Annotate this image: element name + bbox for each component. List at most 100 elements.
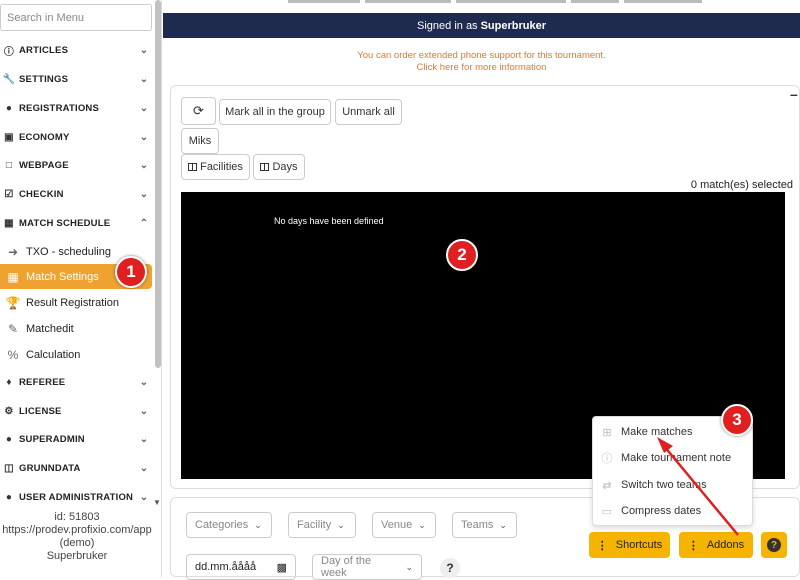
chevron-down-icon: ⌄ bbox=[139, 159, 149, 171]
columns-icon bbox=[260, 163, 270, 171]
days-button[interactable]: Days bbox=[253, 154, 305, 180]
facility-select[interactable]: Facility ⌄ bbox=[288, 512, 356, 538]
sub-item-calculation[interactable]: % Calculation bbox=[0, 342, 152, 367]
sign-in-icon: ➜ bbox=[7, 244, 19, 259]
environment: (demo) bbox=[59, 537, 95, 549]
facilities-button[interactable]: Facilities bbox=[181, 154, 250, 180]
menu-item-label: REGISTRATIONS bbox=[19, 102, 100, 114]
chevron-down-icon: ⌄ bbox=[139, 433, 149, 445]
chevron-down-icon: ⌄ bbox=[254, 519, 262, 530]
page-icon: □ bbox=[5, 159, 13, 171]
help-button[interactable]: ? bbox=[761, 532, 787, 558]
chevron-down-icon: ⌄ bbox=[499, 519, 507, 530]
miks-button[interactable]: Miks bbox=[181, 128, 219, 154]
day-of-week-select[interactable]: Day of the week ⌄ bbox=[312, 554, 422, 580]
menu-item-referee[interactable]: ♦ REFEREE ⌄ bbox=[0, 368, 152, 396]
categories-select[interactable]: Categories ⌄ bbox=[186, 512, 272, 538]
top-tab[interactable] bbox=[624, 0, 702, 3]
menu-item-grunndata[interactable]: ◫ GRUNNDATA ⌄ bbox=[0, 454, 152, 482]
menu-item-economy[interactable]: ▣ ECONOMY ⌄ bbox=[0, 123, 152, 151]
kebab-icon: ⋮ bbox=[596, 539, 608, 552]
trophy-icon: 🏆 bbox=[5, 295, 21, 310]
sub-item-result-registration[interactable]: 🏆 Result Registration bbox=[0, 290, 152, 315]
chevron-down-icon: ⌄ bbox=[139, 131, 149, 143]
menu-item-superadmin[interactable]: ● SUPERADMIN ⌄ bbox=[0, 425, 152, 453]
unmark-all-button[interactable]: Unmark all bbox=[335, 99, 402, 125]
menu-item-label: CHECKIN bbox=[19, 188, 64, 200]
menu-item-settings[interactable]: 🔧 SETTINGS ⌄ bbox=[0, 65, 152, 93]
support-text: You can order extended phone support for… bbox=[357, 50, 606, 61]
users-icon: ● bbox=[5, 433, 13, 445]
money-icon: ▣ bbox=[4, 131, 14, 143]
menu-item-articles[interactable]: ⓘ ARTICLES ⌄ bbox=[0, 36, 152, 64]
table-icon: ▦ bbox=[7, 269, 19, 284]
menu-label: Make tournament note bbox=[621, 452, 732, 464]
top-tab[interactable] bbox=[456, 0, 566, 3]
day-of-week-label: Day of the week bbox=[321, 555, 372, 579]
sub-item-label: Match Settings bbox=[26, 270, 99, 283]
user-name: Superbruker bbox=[46, 550, 108, 562]
menu-label: Make matches bbox=[621, 426, 693, 438]
refresh-button[interactable]: ⟳ bbox=[181, 97, 216, 125]
days-label: Days bbox=[272, 161, 298, 173]
chevron-down-icon: ⌄ bbox=[405, 561, 413, 572]
top-tab[interactable] bbox=[365, 0, 451, 3]
chevron-down-icon: ⌄ bbox=[139, 405, 149, 417]
grid-icon: ▦ bbox=[4, 217, 14, 229]
menu-compress-dates[interactable]: ▭ Compress dates bbox=[593, 498, 752, 524]
columns-icon bbox=[188, 163, 198, 171]
menu-label: Compress dates bbox=[621, 505, 702, 517]
signed-in-banner: Signed in as Superbruker bbox=[163, 13, 800, 38]
checkbox-icon: ☑ bbox=[4, 188, 14, 200]
menu-switch-two-teams[interactable]: ⇄ Switch two teams bbox=[593, 472, 752, 498]
grid-icon: ⊞ bbox=[602, 426, 612, 439]
menu-search-input[interactable] bbox=[0, 4, 152, 31]
top-tab[interactable] bbox=[571, 0, 619, 3]
menu-item-checkin[interactable]: ☑ CHECKIN ⌄ bbox=[0, 180, 152, 208]
no-days-message: No days have been defined bbox=[274, 216, 384, 226]
bell-icon: ♦ bbox=[6, 376, 12, 388]
menu-item-label: ARTICLES bbox=[19, 44, 69, 56]
date-input[interactable]: dd.mm.åååå ▩ bbox=[186, 554, 296, 580]
chevron-down-icon: ⌄ bbox=[418, 519, 426, 530]
edit-icon: ✎ bbox=[7, 321, 19, 336]
sidebar: ⓘ ARTICLES ⌄ 🔧 SETTINGS ⌄ ● REGISTRATION… bbox=[0, 0, 162, 577]
filter-help-icon[interactable]: ? bbox=[440, 558, 460, 578]
menu-item-label: SUPERADMIN bbox=[19, 433, 85, 445]
annotation-marker-1: 1 bbox=[115, 256, 147, 288]
sub-item-label: Matchedit bbox=[26, 322, 74, 335]
inbox-icon: ▭ bbox=[601, 505, 613, 518]
help-icon: ? bbox=[767, 538, 781, 552]
calendar-icon[interactable]: ▩ bbox=[277, 561, 287, 574]
chevron-down-icon: ⌄ bbox=[139, 188, 149, 200]
venue-select[interactable]: Venue ⌄ bbox=[372, 512, 436, 538]
menu-item-registrations[interactable]: ● REGISTRATIONS ⌄ bbox=[0, 94, 152, 122]
top-tab[interactable] bbox=[288, 0, 360, 3]
info-icon: ⓘ bbox=[3, 46, 15, 58]
addons-button[interactable]: ⋮ Addons bbox=[679, 532, 753, 558]
menu-item-user-administration[interactable]: ● USER ADMINISTRATION ⌄ bbox=[0, 483, 152, 511]
chevron-down-icon: ⌄ bbox=[139, 491, 149, 503]
menu-make-tournament-note[interactable]: ⓘ Make tournament note bbox=[593, 445, 752, 471]
scroll-down-icon[interactable]: ▼ bbox=[153, 498, 161, 507]
menu-item-label: REFEREE bbox=[19, 376, 66, 388]
gear-icon: ⚙ bbox=[4, 405, 14, 417]
menu-item-webpage[interactable]: □ WEBPAGE ⌄ bbox=[0, 151, 152, 179]
menu-label: Switch two teams bbox=[621, 479, 707, 491]
support-link[interactable]: Click here for more information bbox=[163, 62, 800, 74]
sidebar-scrollbar[interactable] bbox=[155, 0, 161, 368]
menu-item-license[interactable]: ⚙ LICENSE ⌄ bbox=[0, 397, 152, 425]
database-icon: ◫ bbox=[4, 462, 14, 474]
sub-item-matchedit[interactable]: ✎ Matchedit bbox=[0, 316, 152, 341]
percent-icon: % bbox=[7, 347, 19, 362]
shortcuts-button[interactable]: ⋮ Shortcuts bbox=[589, 532, 670, 558]
kebab-icon: ⋮ bbox=[687, 539, 699, 552]
menu-item-match-schedule[interactable]: ▦ MATCH SCHEDULE ⌃ bbox=[0, 209, 152, 237]
mark-all-in-group-button[interactable]: Mark all in the group bbox=[219, 99, 331, 125]
teams-select[interactable]: Teams ⌄ bbox=[452, 512, 517, 538]
menu-item-label: WEBPAGE bbox=[19, 159, 69, 171]
sidebar-info: id: 51803 https://prodev.profixio.com/ap… bbox=[0, 511, 154, 563]
addons-label: Addons bbox=[706, 539, 745, 551]
annotation-marker-2: 2 bbox=[446, 239, 478, 271]
collapse-panel-icon[interactable]: – bbox=[790, 86, 798, 102]
